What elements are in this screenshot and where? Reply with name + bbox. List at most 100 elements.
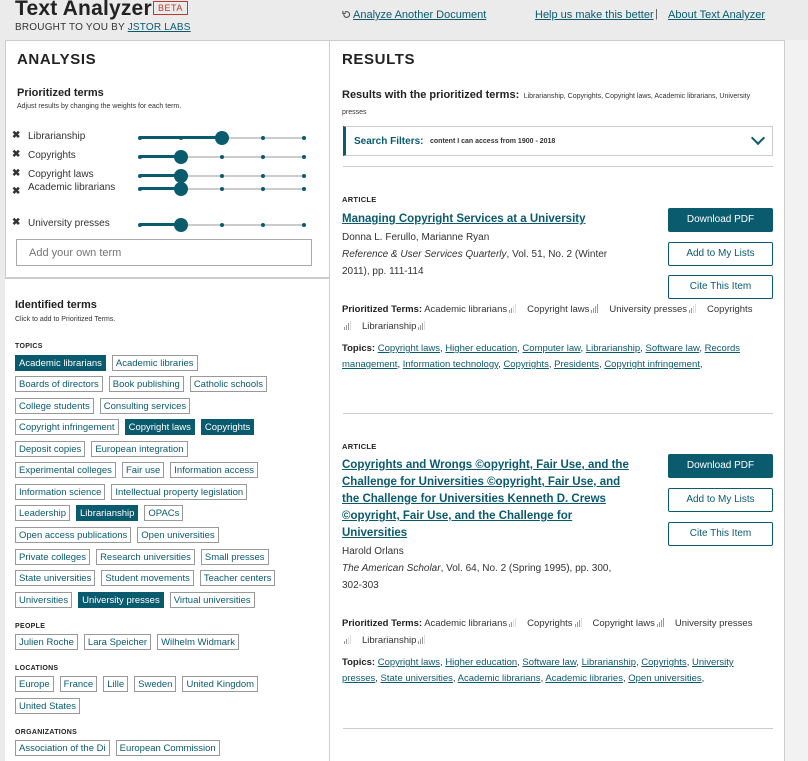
slider-tick[interactable] (220, 187, 224, 191)
slider-tick[interactable] (220, 174, 224, 178)
term-tag[interactable]: Boards of directors (15, 376, 103, 392)
term-tag[interactable]: Copyright laws (124, 419, 195, 435)
slider-tick[interactable] (261, 223, 265, 227)
topic-link[interactable]: Academic libraries (545, 673, 623, 684)
term-tag[interactable]: Book publishing (108, 376, 184, 392)
weight-slider[interactable] (138, 150, 306, 164)
term-tag[interactable]: Universities (15, 592, 73, 608)
term-tag[interactable]: Intellectual property legislation (111, 484, 248, 500)
remove-term-icon[interactable]: ✖ (12, 217, 20, 228)
article-title[interactable]: Copyrights and Wrongs ©opyright, Fair Us… (342, 457, 637, 542)
topic-link[interactable]: Software law (522, 657, 576, 668)
slider-tick[interactable] (302, 174, 306, 178)
term-tag[interactable]: Consulting services (99, 398, 191, 414)
weight-slider[interactable] (138, 169, 306, 183)
remove-term-icon[interactable]: ✖ (12, 186, 20, 197)
topic-link[interactable]: Copyright laws (378, 657, 440, 668)
slider-tick[interactable] (138, 174, 142, 178)
slider-tick[interactable] (261, 187, 265, 191)
term-tag[interactable]: Student movements (101, 570, 194, 586)
term-tag[interactable]: Experimental colleges (15, 462, 116, 478)
slider-tick[interactable] (302, 223, 306, 227)
slider-handle[interactable] (174, 182, 188, 196)
slider-tick[interactable] (302, 136, 306, 140)
term-tag[interactable]: United Kingdom (182, 676, 259, 692)
about-link[interactable]: About Text Analyzer (668, 9, 765, 21)
slider-tick[interactable] (261, 136, 265, 140)
term-tag[interactable]: Sweden (134, 676, 177, 692)
term-tag[interactable]: OPACs (144, 505, 184, 521)
term-tag[interactable]: Europe (15, 676, 54, 692)
term-tag[interactable]: Small presses (200, 549, 269, 565)
remove-term-icon[interactable]: ✖ (12, 168, 20, 179)
term-tag[interactable]: Lille (103, 676, 129, 692)
term-tag[interactable]: Copyright infringement (15, 419, 119, 435)
download-pdf-button[interactable]: Download PDF (668, 208, 773, 232)
slider-tick[interactable] (302, 155, 306, 159)
add-to-lists-button[interactable]: Add to My Lists (668, 488, 773, 512)
slider-handle[interactable] (215, 131, 229, 145)
topic-link[interactable]: Copyrights (641, 657, 686, 668)
remove-term-icon[interactable]: ✖ (12, 149, 20, 160)
term-tag[interactable]: Librarianship (76, 505, 139, 521)
term-tag[interactable]: Lara Speicher (83, 634, 152, 650)
slider-tick[interactable] (138, 187, 142, 191)
term-tag[interactable]: Fair use (121, 462, 165, 478)
help-link[interactable]: Help us make this better (535, 9, 654, 21)
jstor-labs-link[interactable]: JSTOR LABS (128, 22, 191, 33)
topic-link[interactable]: Copyright infringement (604, 359, 700, 370)
weight-slider[interactable] (138, 131, 306, 145)
slider-tick[interactable] (220, 155, 224, 159)
term-tag[interactable]: European Commission (115, 740, 220, 756)
term-tag[interactable]: Catholic schools (189, 376, 267, 392)
topic-link[interactable]: Copyrights (503, 359, 548, 370)
term-tag[interactable]: Academic libraries (111, 355, 198, 371)
term-tag[interactable]: Association of the Di (15, 740, 110, 756)
term-tag[interactable]: Private colleges (15, 549, 91, 565)
term-tag[interactable]: Teacher centers (199, 570, 276, 586)
topic-link[interactable]: Higher education (445, 657, 517, 668)
slider-handle[interactable] (174, 169, 188, 183)
term-tag[interactable]: United States (15, 698, 81, 714)
analyze-another-link[interactable]: Analyze Another Document (353, 9, 486, 21)
topic-link[interactable]: Open universities (628, 673, 701, 684)
topic-link[interactable]: Software law (645, 343, 699, 354)
slider-tick[interactable] (302, 187, 306, 191)
term-tag[interactable]: European integration (91, 441, 188, 457)
slider-tick[interactable] (138, 136, 142, 140)
search-filters[interactable]: Search Filters: content I can access fro… (343, 126, 773, 156)
topic-link[interactable]: State universities (381, 673, 453, 684)
weight-slider[interactable] (138, 182, 306, 196)
term-tag[interactable]: University presses (78, 592, 164, 608)
term-tag[interactable]: Academic librarians (15, 355, 106, 371)
cite-item-button[interactable]: Cite This Item (668, 275, 773, 299)
slider-tick[interactable] (138, 223, 142, 227)
term-tag[interactable]: Information science (15, 484, 106, 500)
term-tag[interactable]: France (59, 676, 98, 692)
term-tag[interactable]: College students (15, 398, 94, 414)
term-tag[interactable]: State universities (15, 570, 96, 586)
chevron-down-icon[interactable] (750, 130, 766, 146)
slider-tick[interactable] (261, 155, 265, 159)
add-to-lists-button[interactable]: Add to My Lists (668, 242, 773, 266)
term-tag[interactable]: Leadership (15, 505, 71, 521)
topic-link[interactable]: Information technology (403, 359, 498, 370)
topic-link[interactable]: Copyright laws (378, 343, 440, 354)
add-term-input[interactable] (16, 239, 312, 266)
term-tag[interactable]: Open universities (137, 527, 219, 543)
slider-tick[interactable] (138, 155, 142, 159)
topic-link[interactable]: Librarianship (586, 343, 640, 354)
term-tag[interactable]: Julien Roche (15, 634, 78, 650)
term-tag[interactable]: Virtual universities (169, 592, 255, 608)
topic-link[interactable]: Computer law (522, 343, 580, 354)
term-tag[interactable]: Wilhelm Widmark (157, 634, 239, 650)
term-tag[interactable]: Open access publications (15, 527, 132, 543)
remove-term-icon[interactable]: ✖ (12, 130, 20, 141)
term-tag[interactable]: Research universities (96, 549, 195, 565)
article-title[interactable]: Managing Copyright Services at a Univers… (342, 211, 642, 228)
slider-handle[interactable] (174, 218, 188, 232)
topic-link[interactable]: Librarianship (582, 657, 636, 668)
slider-tick[interactable] (220, 223, 224, 227)
topic-link[interactable]: Presidents (554, 359, 599, 370)
download-pdf-button[interactable]: Download PDF (668, 454, 773, 478)
